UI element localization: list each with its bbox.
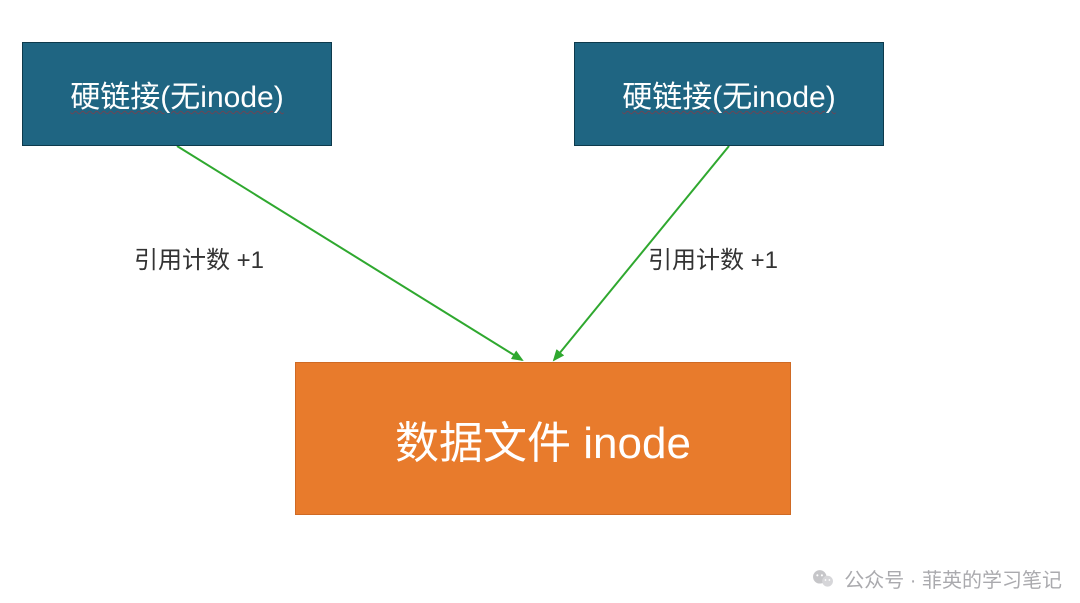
edge-label-right: 引用计数 +1 — [648, 240, 778, 275]
edge-label-left: 引用计数 +1 — [134, 240, 264, 275]
hardlink-node-1-label: 硬链接(无inode) — [70, 72, 283, 116]
wechat-icon — [810, 566, 836, 592]
hardlink-node-2-label: 硬链接(无inode) — [622, 72, 835, 116]
watermark-text: 公众号 · 菲英的学习笔记 — [844, 564, 1062, 593]
watermark: 公众号 · 菲英的学习笔记 — [810, 564, 1062, 593]
hardlink-node-1: 硬链接(无inode) — [22, 42, 332, 146]
datafile-inode-node: 数据文件 inode — [295, 362, 791, 515]
datafile-inode-label: 数据文件 inode — [395, 407, 691, 471]
hardlink-node-2: 硬链接(无inode) — [574, 42, 884, 146]
